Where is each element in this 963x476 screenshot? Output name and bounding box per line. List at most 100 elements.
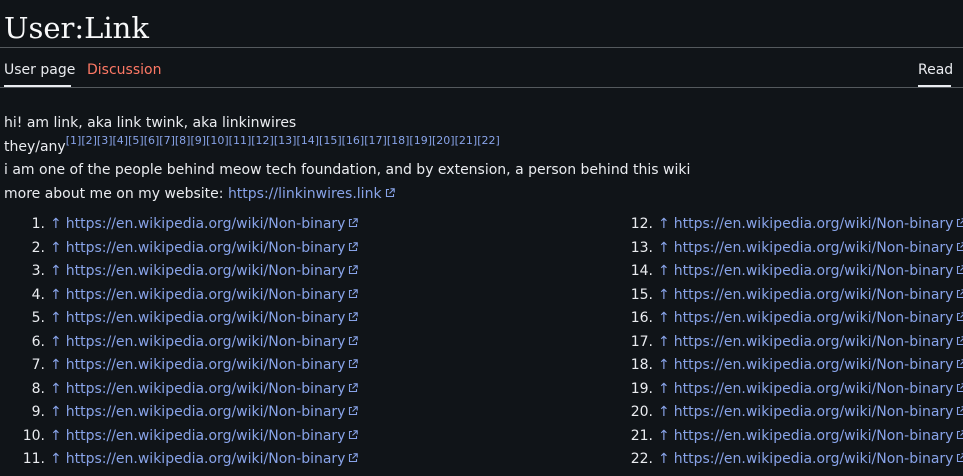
reference-number: 17.: [630, 333, 653, 350]
reference-marker[interactable]: [16]: [342, 134, 365, 147]
backlink-arrow-icon[interactable]: ↑: [50, 216, 62, 232]
external-link-icon: [957, 288, 963, 298]
reference-link[interactable]: https://en.wikipedia.org/wiki/Non-binary: [66, 310, 346, 326]
reference-marker[interactable]: [9]: [190, 134, 206, 147]
reference-number: 7.: [31, 357, 45, 373]
backlink-arrow-icon[interactable]: ↑: [658, 263, 670, 279]
external-link-icon: [349, 265, 359, 275]
reference-item: 8. ↑ https://en.wikipedia.org/wiki/Non-bin…: [0, 378, 360, 402]
reference-marker[interactable]: [2]: [81, 134, 97, 147]
reference-link[interactable]: https://en.wikipedia.org/wiki/Non-binary: [66, 428, 346, 444]
reference-marker[interactable]: [7]: [159, 134, 175, 147]
reference-marker[interactable]: [18]: [387, 134, 410, 147]
reference-link[interactable]: https://en.wikipedia.org/wiki/Non-binary: [674, 216, 954, 232]
reference-marker[interactable]: [13]: [274, 134, 297, 147]
reference-link[interactable]: https://en.wikipedia.org/wiki/Non-binary: [674, 240, 954, 256]
reference-marker[interactable]: [8]: [175, 134, 191, 147]
backlink-arrow-icon[interactable]: ↑: [50, 381, 62, 397]
reference-marker[interactable]: [17]: [364, 134, 387, 147]
backlink-arrow-icon[interactable]: ↑: [50, 263, 62, 279]
reference-item: 14. ↑ https://en.wikipedia.org/wiki/Non-bi…: [608, 260, 963, 284]
reference-link[interactable]: https://en.wikipedia.org/wiki/Non-binary: [66, 404, 346, 420]
reference-number: 16.: [630, 310, 653, 326]
external-link-icon: [957, 359, 963, 369]
reference-link[interactable]: https://en.wikipedia.org/wiki/Non-binary: [66, 334, 346, 350]
reference-item: 16. ↑ https://en.wikipedia.org/wiki/Non-bi…: [608, 307, 963, 331]
backlink-arrow-icon[interactable]: ↑: [658, 428, 670, 444]
backlink-arrow-icon[interactable]: ↑: [658, 240, 670, 256]
reference-marker[interactable]: [21]: [455, 134, 478, 147]
reference-link[interactable]: https://en.wikipedia.org/wiki/Non-binary: [674, 404, 954, 420]
intro-line: hi! am link, aka link twink, aka linkinw…: [4, 115, 297, 131]
reference-marker[interactable]: [6]: [144, 134, 160, 147]
tab-discussion[interactable]: Discussion: [87, 61, 161, 79]
pronouns-line: they/any[1][2][3][4][5][6][7][8][9][10][…: [4, 134, 954, 160]
reference-marker[interactable]: [3]: [97, 134, 113, 147]
backlink-arrow-icon[interactable]: ↑: [50, 287, 62, 303]
backlink-arrow-icon[interactable]: ↑: [50, 310, 62, 326]
reference-marker[interactable]: [14]: [296, 134, 319, 147]
reference-marker[interactable]: [15]: [319, 134, 342, 147]
reference-link[interactable]: https://en.wikipedia.org/wiki/Non-binary: [674, 287, 954, 303]
external-link-icon: [349, 218, 359, 228]
backlink-arrow-icon[interactable]: ↑: [50, 357, 62, 373]
reference-number: 19.: [630, 380, 653, 397]
page-tabs: User page Discussion Read: [0, 52, 963, 88]
reference-number: 6.: [31, 333, 45, 350]
reference-link[interactable]: https://en.wikipedia.org/wiki/Non-binary: [674, 334, 954, 350]
backlink-arrow-icon[interactable]: ↑: [50, 334, 62, 350]
backlink-arrow-icon[interactable]: ↑: [50, 428, 62, 444]
backlink-arrow-icon[interactable]: ↑: [658, 310, 670, 326]
backlink-arrow-icon[interactable]: ↑: [50, 240, 62, 256]
backlink-arrow-icon[interactable]: ↑: [658, 404, 670, 420]
reference-marker[interactable]: [1]: [66, 134, 82, 147]
reference-number: 3.: [31, 263, 45, 279]
backlink-arrow-icon[interactable]: ↑: [50, 404, 62, 420]
reference-marker[interactable]: [11]: [229, 134, 252, 147]
backlink-arrow-icon[interactable]: ↑: [658, 287, 670, 303]
backlink-arrow-icon[interactable]: ↑: [658, 357, 670, 373]
backlink-arrow-icon[interactable]: ↑: [658, 334, 670, 350]
website-link[interactable]: https://linkinwires.link: [228, 186, 382, 202]
backlink-arrow-icon[interactable]: ↑: [658, 381, 670, 397]
tab-read[interactable]: Read: [918, 61, 953, 79]
reference-link[interactable]: https://en.wikipedia.org/wiki/Non-binary: [674, 428, 954, 444]
reference-item: 12. ↑ https://en.wikipedia.org/wiki/Non-bi…: [608, 213, 963, 237]
reference-link[interactable]: https://en.wikipedia.org/wiki/Non-binary: [66, 263, 346, 279]
backlink-arrow-icon[interactable]: ↑: [658, 216, 670, 232]
reference-marker[interactable]: [4]: [113, 134, 129, 147]
backlink-arrow-icon[interactable]: ↑: [658, 451, 670, 467]
reference-number: 9.: [31, 404, 45, 420]
reference-number: 21.: [630, 427, 653, 444]
reference-link[interactable]: https://en.wikipedia.org/wiki/Non-binary: [674, 310, 954, 326]
reference-number: 5.: [31, 310, 45, 326]
external-link-icon: [957, 453, 963, 463]
reference-marker[interactable]: [19]: [409, 134, 432, 147]
about-line: i am one of the people behind meow tech …: [4, 162, 691, 178]
reference-marker[interactable]: [10]: [206, 134, 229, 147]
external-link-icon: [957, 312, 963, 322]
backlink-arrow-icon[interactable]: ↑: [50, 451, 62, 467]
reference-link[interactable]: https://en.wikipedia.org/wiki/Non-binary: [66, 357, 346, 373]
reference-marker[interactable]: [20]: [432, 134, 455, 147]
reference-link[interactable]: https://en.wikipedia.org/wiki/Non-binary: [66, 287, 346, 303]
page-title: User:Link: [4, 11, 149, 45]
reference-item: 6. ↑ https://en.wikipedia.org/wiki/Non-bin…: [0, 331, 360, 355]
reference-number: 13.: [630, 239, 653, 256]
reference-item: 5. ↑ https://en.wikipedia.org/wiki/Non-bin…: [0, 307, 360, 331]
reference-link[interactable]: https://en.wikipedia.org/wiki/Non-binary: [674, 451, 954, 467]
reference-markers: [1][2][3][4][5][6][7][8][9][10][11][12][…: [66, 134, 500, 147]
reference-link[interactable]: https://en.wikipedia.org/wiki/Non-binary: [66, 240, 346, 256]
reference-link[interactable]: https://en.wikipedia.org/wiki/Non-binary: [66, 216, 346, 232]
reference-marker[interactable]: [12]: [251, 134, 274, 147]
reference-link[interactable]: https://en.wikipedia.org/wiki/Non-binary: [674, 381, 954, 397]
reference-marker[interactable]: [5]: [128, 134, 144, 147]
reference-link[interactable]: https://en.wikipedia.org/wiki/Non-binary: [674, 357, 954, 373]
reference-link[interactable]: https://en.wikipedia.org/wiki/Non-binary: [674, 263, 954, 279]
reference-marker[interactable]: [22]: [477, 134, 500, 147]
tab-user-page[interactable]: User page: [4, 61, 75, 79]
reference-link[interactable]: https://en.wikipedia.org/wiki/Non-binary: [66, 381, 346, 397]
external-link-icon: [957, 406, 963, 416]
reference-link[interactable]: https://en.wikipedia.org/wiki/Non-binary: [66, 451, 346, 467]
reference-item: 17. ↑ https://en.wikipedia.org/wiki/Non-bi…: [608, 331, 963, 355]
